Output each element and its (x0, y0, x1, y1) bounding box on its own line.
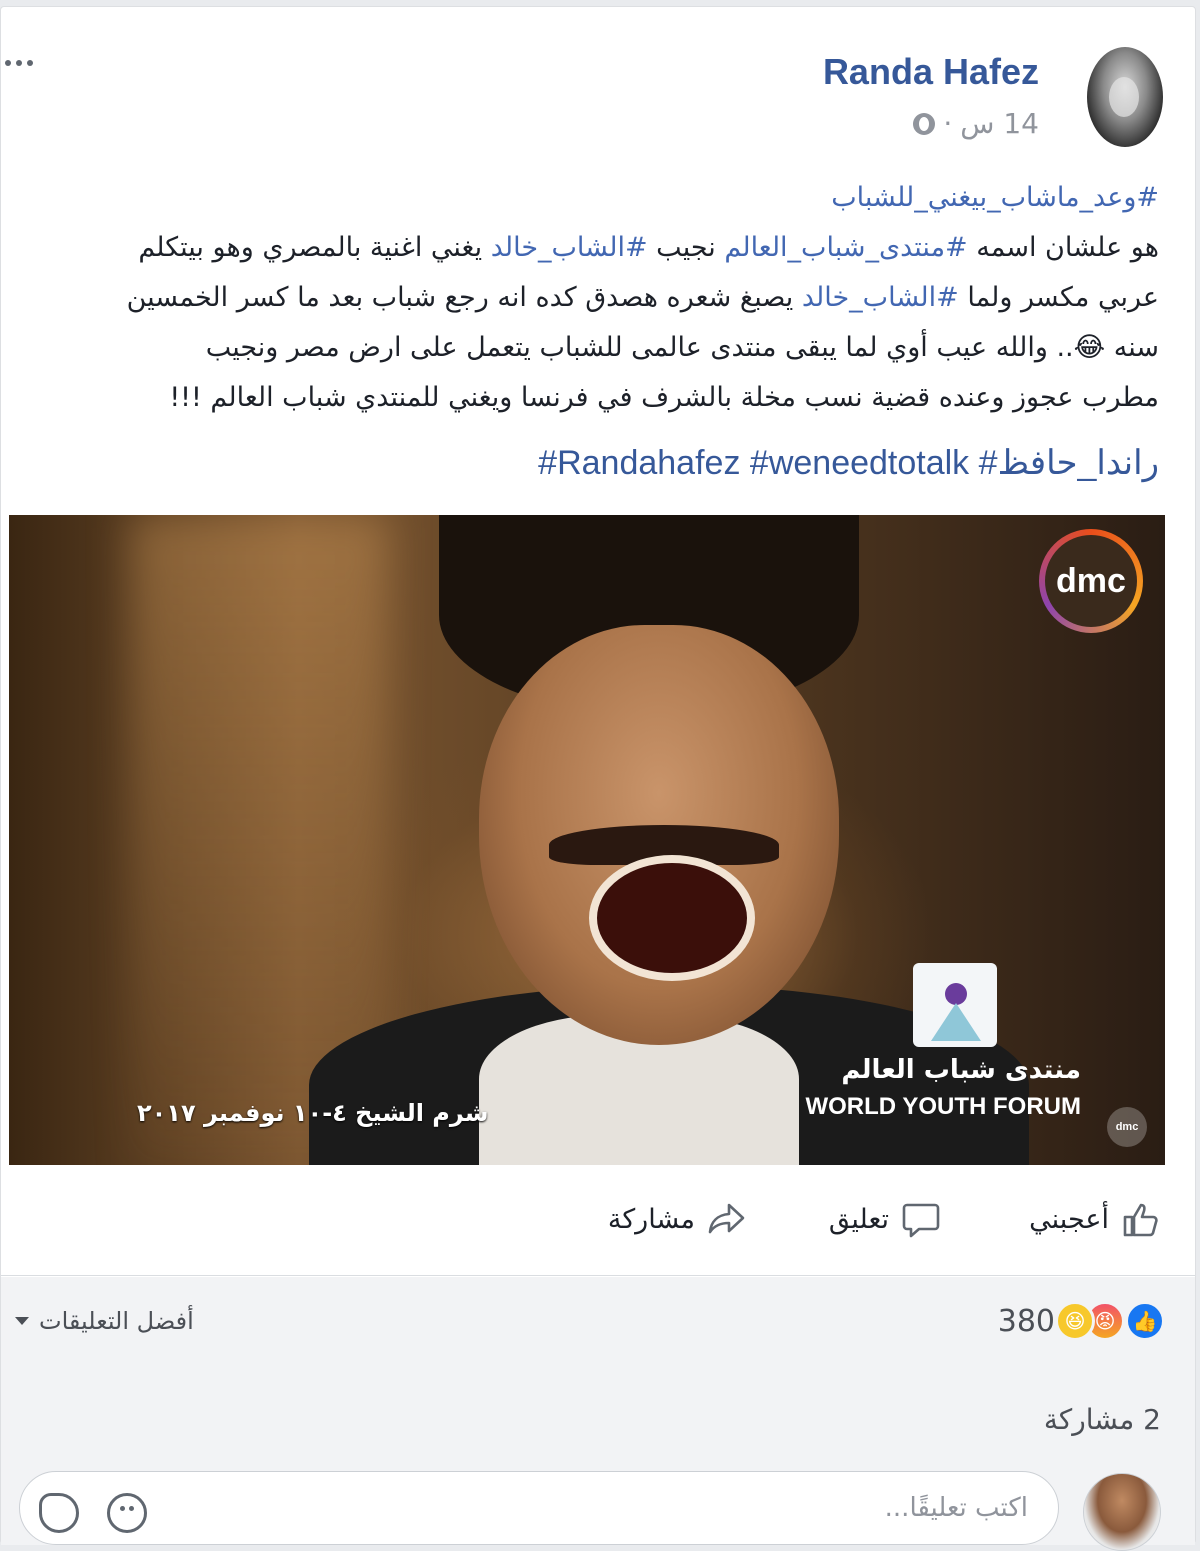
post-time[interactable]: 14 س (960, 107, 1039, 140)
post-actions: أعجبني تعليق مشاركة (1, 1187, 1195, 1257)
comment-label: تعليق (828, 1203, 889, 1235)
event-date-location: شرم الشيخ ٤-١٠ نوفمبر ٢٠١٧ (137, 1099, 489, 1127)
reaction-count[interactable]: 380 (998, 1304, 1055, 1339)
thumbs-up-icon (1123, 1203, 1158, 1237)
reactions-summary[interactable]: 👍 😡 😆 380 (998, 1301, 1165, 1341)
post-text-segment: يصبغ شعره هصدق كده انه رجع شباب بعد ما ك… (126, 282, 802, 313)
post-text-segment: مطرب عجوز وعنده قضية نسب مخلة بالشرف في … (169, 382, 1159, 413)
like-label: أعجبني (1029, 1203, 1109, 1235)
caret-down-icon (15, 1317, 29, 1325)
hashtag-link[interactable]: #راندا_حافظ (979, 444, 1159, 482)
sort-label: أفضل التعليقات (39, 1307, 194, 1335)
share-arrow-icon (708, 1203, 745, 1234)
share-count[interactable]: 2 مشاركة (1044, 1403, 1161, 1436)
post-text-segment: عربي مكسر ولما (958, 282, 1159, 313)
video-thumbnail[interactable]: dmc منتدى شباب العالم WORLD YOUTH FORUM … (9, 515, 1165, 1165)
post-text-segment: يغني اغنية بالمصري وهو بيتكلم (138, 232, 491, 263)
hashtag-link[interactable]: #الشاب_خالد (491, 232, 648, 263)
post-text-segment: سنه 😂.. والله عيب أوي لما يبقى منتدى عال… (205, 332, 1159, 363)
hashtag-link[interactable]: #Randahafez (538, 444, 740, 482)
hashtag-link[interactable]: #منتدى_شباب_العالم (724, 232, 967, 263)
author-avatar[interactable] (1087, 47, 1163, 147)
post-card: Randa Hafez 14 س · #وعد_ماشاب_بيغني_للشب… (0, 6, 1196, 1551)
emoji-icon[interactable] (107, 1493, 147, 1533)
share-count-area: 2 مشاركة (1, 1377, 1195, 1467)
hashtag-link[interactable]: #الشاب_خالد (802, 282, 959, 313)
post-text: #وعد_ماشاب_بيغني_للشباب هو علشان اسمه #من… (9, 173, 1159, 423)
comment-sort-dropdown[interactable]: أفضل التعليقات (15, 1307, 194, 1335)
comment-composer (1, 1467, 1195, 1551)
like-button[interactable]: أعجبني (1029, 1187, 1161, 1251)
post-header: Randa Hafez 14 س · (1, 7, 1195, 157)
singer-mouth (589, 855, 755, 981)
share-label: مشاركة (607, 1203, 695, 1235)
post-tags-line: #Randahafez #weneedtotalk #راندا_حافظ (538, 443, 1159, 483)
comment-input[interactable] (19, 1471, 1059, 1545)
post-text-segment: نجيب (647, 232, 725, 263)
meta-separator: · (943, 107, 953, 140)
hashtag-link[interactable]: #weneedtotalk (750, 444, 969, 482)
author-name[interactable]: Randa Hafez (823, 51, 1039, 93)
post-text-line: مطرب عجوز وعنده قضية نسب مخلة بالشرف في … (9, 373, 1159, 423)
post-meta: 14 س · (913, 107, 1039, 140)
globe-icon[interactable] (913, 112, 936, 135)
haha-reaction-icon: 😆 (1055, 1301, 1095, 1341)
post-text-segment: هو علشان اسمه (967, 232, 1159, 263)
post-text-line: عربي مكسر ولما #الشاب_خالد يصبغ شعره هصد… (9, 273, 1159, 323)
more-options-icon[interactable] (1, 53, 49, 73)
forum-name-english: WORLD YOUTH FORUM (805, 1093, 1081, 1120)
forum-name-arabic: منتدى شباب العالم (841, 1055, 1081, 1085)
hashtag-link[interactable]: #وعد_ماشاب_بيغني_للشباب (831, 182, 1159, 213)
current-user-avatar[interactable] (1083, 1473, 1161, 1551)
post-text-line: سنه 😂.. والله عيب أوي لما يبقى منتدى عال… (9, 323, 1159, 373)
post-text-line: هو علشان اسمه #منتدى_شباب_العالم نجيب #ا… (9, 223, 1159, 273)
dmc-logo: dmc (1039, 529, 1143, 633)
post-text-line: #وعد_ماشاب_بيغني_للشباب (9, 173, 1159, 223)
world-youth-forum-logo (913, 963, 997, 1047)
reaction-icons: 👍 😡 😆 (1055, 1301, 1165, 1341)
divider (1, 1275, 1195, 1276)
comment-button[interactable]: تعليق (829, 1187, 941, 1251)
share-button[interactable]: مشاركة (608, 1187, 747, 1251)
like-reaction-icon: 👍 (1125, 1301, 1165, 1341)
comment-bubble-icon (902, 1203, 940, 1238)
sticker-icon[interactable] (39, 1493, 79, 1533)
dmc-watermark: dmc (1107, 1107, 1147, 1147)
reactions-bar: 👍 😡 😆 380 أفضل التعليقات (1, 1277, 1195, 1377)
